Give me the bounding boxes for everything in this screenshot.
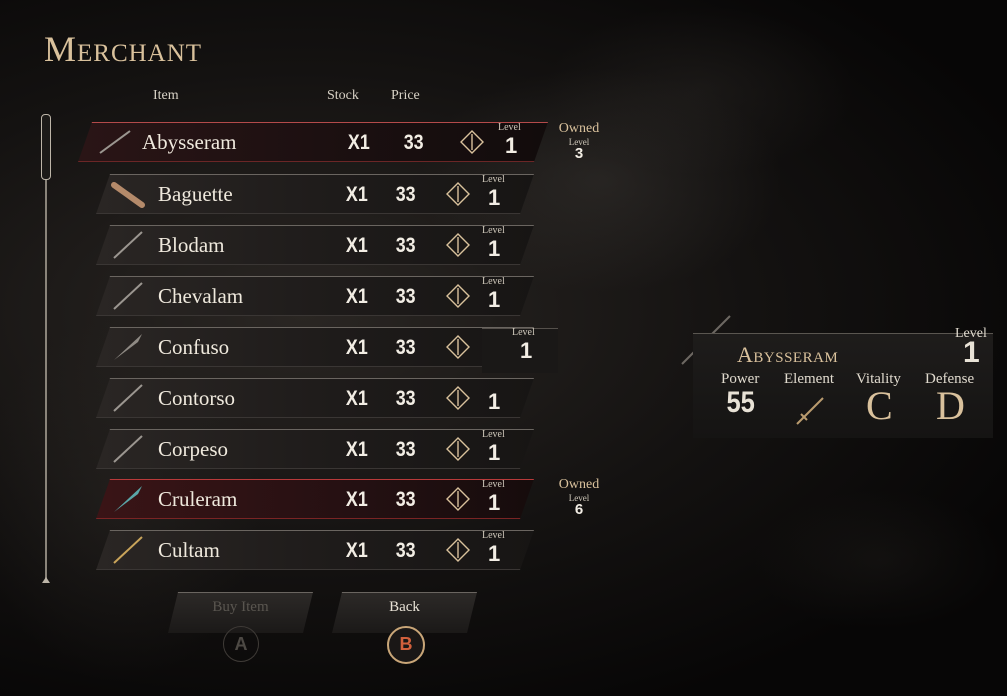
sword-icon xyxy=(94,127,134,157)
item-price: 33 xyxy=(395,336,416,359)
item-price: 33 xyxy=(395,438,416,461)
item-level-label: Level xyxy=(482,429,505,440)
item-stock: X1 xyxy=(345,183,368,206)
item-stock: X1 xyxy=(345,336,368,359)
item-level-label: Level xyxy=(498,122,521,133)
item-price: 33 xyxy=(395,488,416,511)
owned-level: 3 xyxy=(574,145,584,162)
scrollbar-thumb[interactable] xyxy=(41,114,51,180)
item-level-label: Level xyxy=(482,174,505,185)
item-level: 1 xyxy=(488,440,501,465)
item-stock: X1 xyxy=(345,285,368,308)
currency-icon xyxy=(446,538,470,562)
power-value: 55 xyxy=(726,386,755,419)
tooltip-level-label: Level xyxy=(512,327,535,338)
item-stock: X1 xyxy=(345,438,368,461)
header-stock: Stock xyxy=(327,88,359,103)
item-price: 33 xyxy=(395,285,416,308)
detail-level: 1 xyxy=(963,336,980,369)
currency-icon xyxy=(446,437,470,461)
currency-icon xyxy=(446,233,470,257)
item-price: 33 xyxy=(395,183,416,206)
item-stock: X1 xyxy=(347,131,370,154)
owned-label: Owned xyxy=(558,121,600,136)
blade-icon xyxy=(108,332,148,362)
detail-item-name: Abysseram xyxy=(737,342,839,367)
page-title: Merchant xyxy=(44,29,203,69)
item-row[interactable]: Chevalam X1 33 Level 1 xyxy=(96,276,534,316)
owned-badge: Owned Level 6 xyxy=(549,477,609,517)
item-row[interactable]: Confuso X1 33 Level 1 xyxy=(96,327,534,367)
blade-icon xyxy=(108,484,148,514)
item-price: 33 xyxy=(395,234,416,257)
item-level: 1 xyxy=(488,287,501,312)
item-name: Baguette xyxy=(158,182,233,206)
element-label: Element xyxy=(784,371,834,387)
sword-icon xyxy=(108,383,148,413)
header-price: Price xyxy=(391,88,420,103)
item-level-label: Level xyxy=(482,276,505,287)
item-level: 1 xyxy=(488,185,501,210)
currency-icon xyxy=(446,487,470,511)
currency-icon xyxy=(446,182,470,206)
owned-label: Owned xyxy=(558,477,600,492)
item-name: Abysseram xyxy=(142,130,237,154)
currency-icon xyxy=(446,335,470,359)
item-stock: X1 xyxy=(345,387,368,410)
owned-badge: Owned Level 3 xyxy=(549,121,609,161)
item-price: 33 xyxy=(403,131,424,154)
bread-icon xyxy=(108,179,148,209)
header-item: Item xyxy=(153,88,179,103)
b-button-icon: B xyxy=(387,626,425,664)
item-row[interactable]: Contorso X1 33 1 xyxy=(96,378,534,418)
sword-icon xyxy=(108,434,148,464)
item-stock: X1 xyxy=(345,234,368,257)
item-stock: X1 xyxy=(345,539,368,562)
scrollbar-track[interactable] xyxy=(45,114,47,582)
item-level: 1 xyxy=(488,389,501,414)
item-name: Confuso xyxy=(158,335,230,359)
item-row[interactable]: Blodam X1 33 Level 1 xyxy=(96,225,534,265)
item-row[interactable]: Corpeso X1 33 Level 1 xyxy=(96,429,534,469)
owned-level: 6 xyxy=(574,501,584,518)
currency-icon xyxy=(446,284,470,308)
item-name: Chevalam xyxy=(158,284,244,308)
tooltip-level: 1 xyxy=(520,338,533,363)
item-level: 1 xyxy=(488,490,501,515)
item-level-label: Level xyxy=(482,479,505,490)
item-level: 1 xyxy=(488,541,501,566)
item-stock: X1 xyxy=(345,488,368,511)
sword-icon xyxy=(796,397,824,425)
currency-icon xyxy=(460,130,484,154)
sword-icon xyxy=(108,281,148,311)
item-row[interactable]: Abysseram X1 33 Level 1 xyxy=(78,122,548,162)
item-name: Contorso xyxy=(158,386,236,410)
item-row[interactable]: Cruleram X1 33 Level 1 xyxy=(96,479,534,519)
item-name: Cruleram xyxy=(158,487,238,511)
item-price: 33 xyxy=(395,539,416,562)
item-level-label: Level xyxy=(482,225,505,236)
item-name: Cultam xyxy=(158,538,220,562)
item-level: 1 xyxy=(488,236,501,261)
item-price: 33 xyxy=(395,387,416,410)
item-row[interactable]: Baguette X1 33 Level 1 xyxy=(96,174,534,214)
item-detail-panel: Abysseram Level 1 Power Element Vitality… xyxy=(693,326,993,438)
item-name: Blodam xyxy=(158,233,225,257)
item-row[interactable]: Cultam X1 33 Level 1 xyxy=(96,530,534,570)
currency-icon xyxy=(446,386,470,410)
scroll-down-arrow-icon[interactable] xyxy=(42,577,50,583)
defense-grade: D xyxy=(936,383,965,428)
item-name: Corpeso xyxy=(158,437,228,461)
a-button-icon: A xyxy=(223,626,259,662)
vitality-grade: C xyxy=(866,383,893,428)
sword-icon xyxy=(108,535,148,565)
level-tooltip: Level 1 xyxy=(482,327,558,373)
item-level-label: Level xyxy=(482,530,505,541)
spear-icon xyxy=(108,230,148,260)
item-level: 1 xyxy=(505,133,518,158)
